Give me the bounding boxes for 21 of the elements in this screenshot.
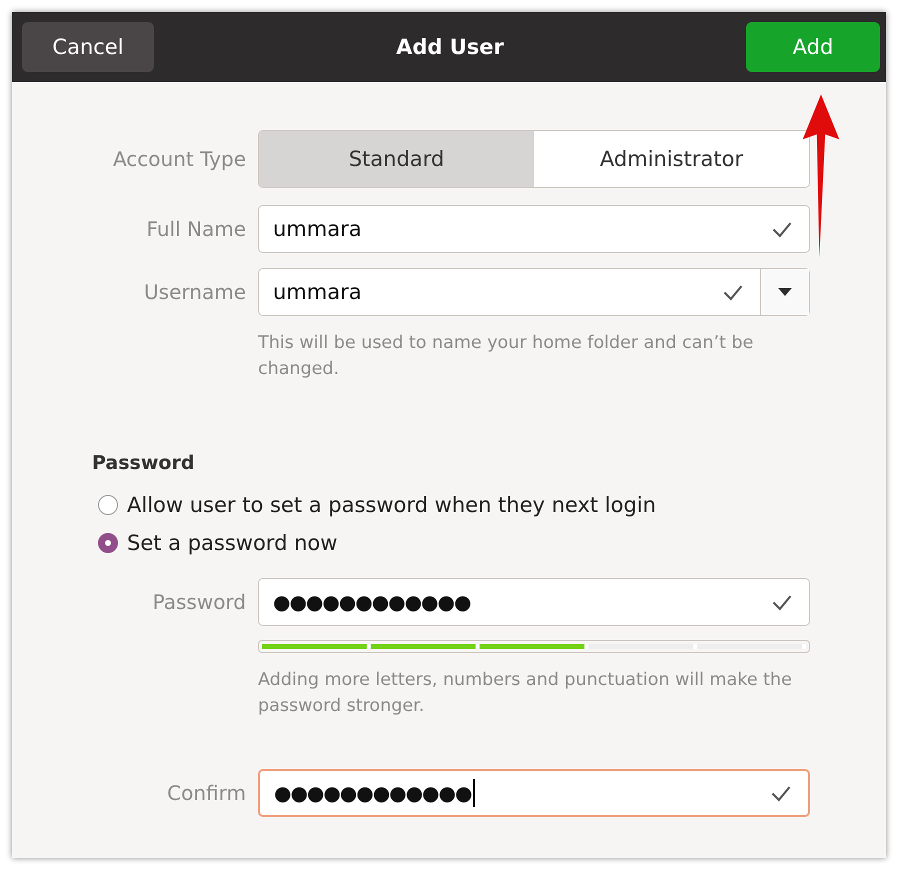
dialog-title: Add User — [396, 35, 504, 59]
dropdown-arrow-icon[interactable] — [778, 288, 792, 296]
input-field[interactable]: ummara — [258, 205, 810, 253]
field-label: Account Type — [112, 147, 247, 171]
section-heading: Password — [92, 452, 196, 474]
account-type-tab[interactable]: Administrator — [534, 131, 809, 187]
field-label: Username — [143, 280, 247, 304]
radio-button[interactable] — [98, 533, 118, 553]
radio-label[interactable]: Allow user to set a password when they next login — [127, 493, 656, 517]
radio-button[interactable] — [98, 495, 118, 515]
radio-label[interactable]: Set a password now — [127, 531, 338, 555]
account-type-tab[interactable]: Standard — [259, 131, 534, 187]
field-label: Password — [152, 590, 247, 614]
hint-text: This will be used to name your home folder and can’t be changed. — [258, 332, 754, 381]
field-label: Full Name — [145, 217, 247, 241]
cancel-button[interactable]: Cancel — [22, 22, 154, 72]
password-field[interactable]: ●●●●●●●●●●●● — [258, 769, 810, 817]
password-field[interactable]: ●●●●●●●●●●●● — [258, 578, 810, 626]
hint-text: Adding more letters, numbers and punctuation will make the password stronger. — [258, 669, 793, 718]
field-label: Confirm — [166, 781, 247, 805]
username-combo-field[interactable]: ummara — [258, 268, 810, 316]
